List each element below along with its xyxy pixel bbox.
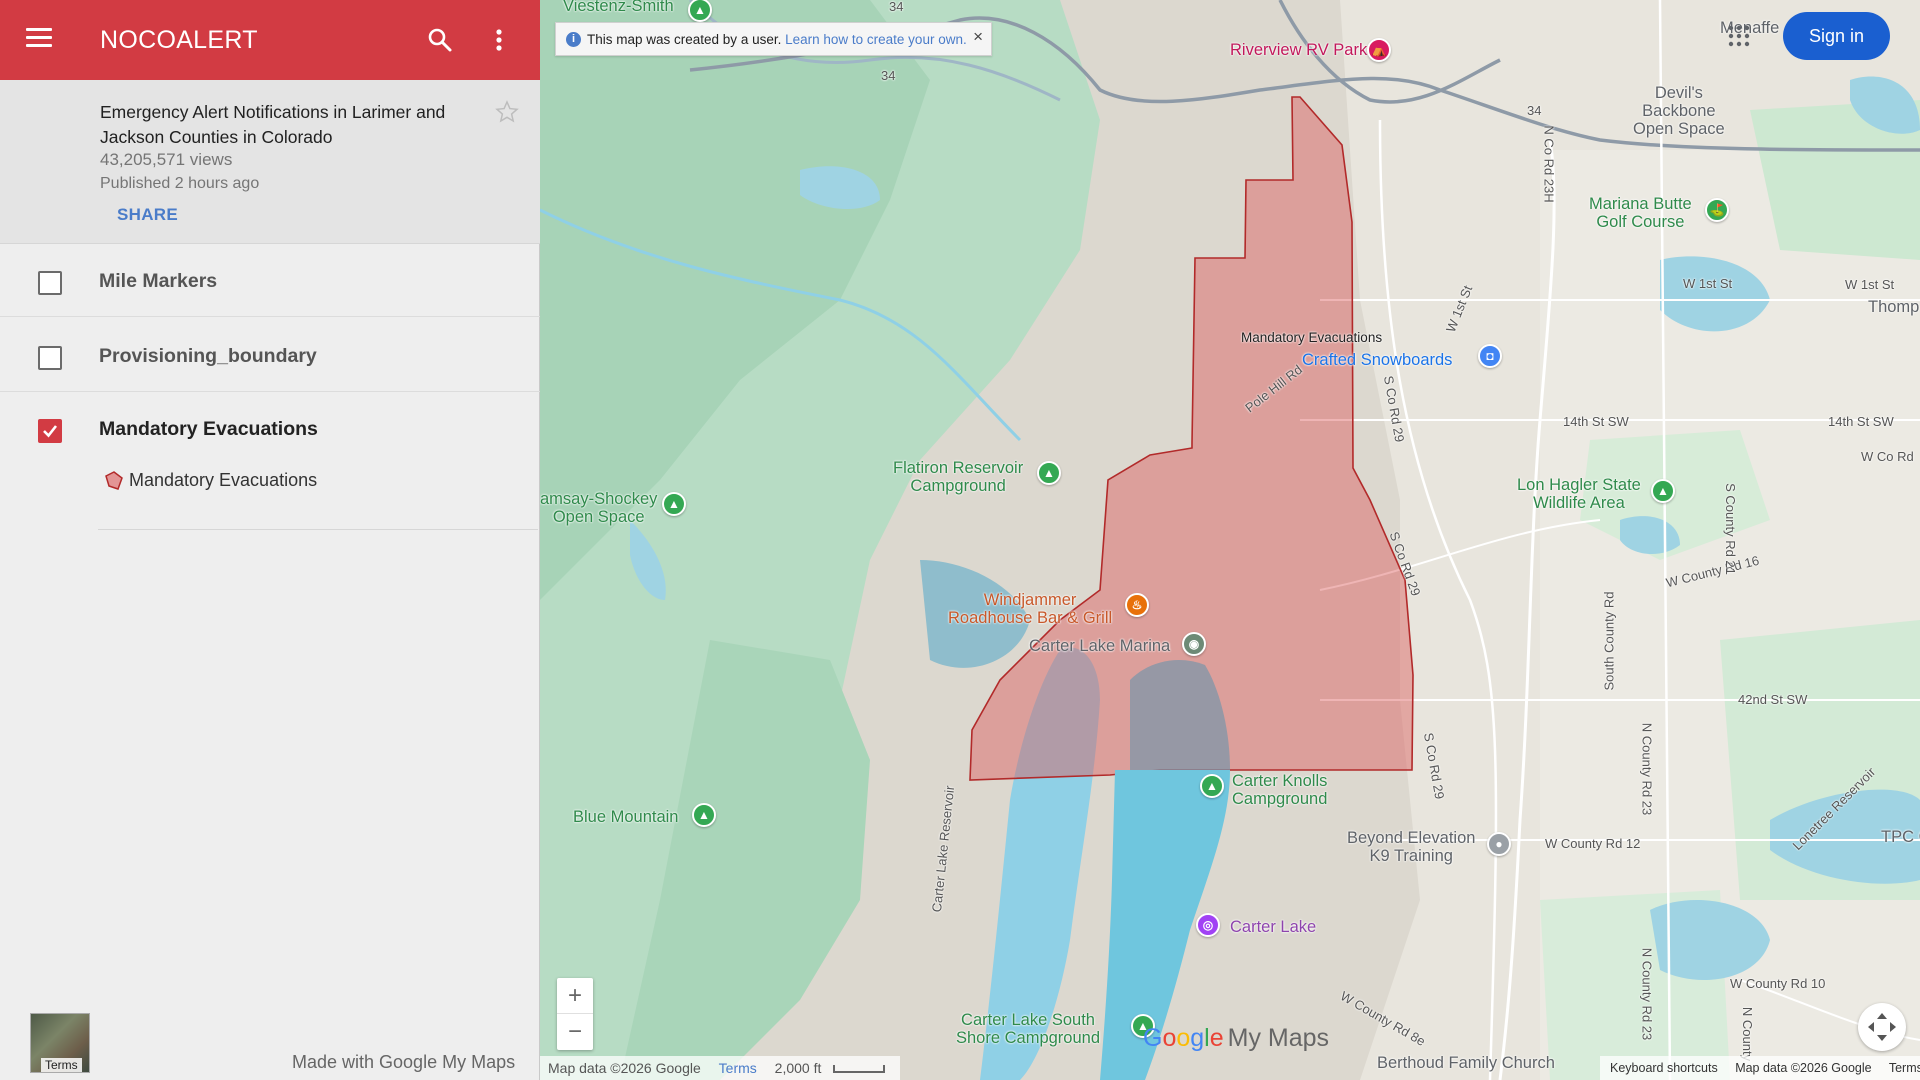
sign-in-button[interactable]: Sign in — [1783, 12, 1890, 60]
layer-name: Mandatory Evacuations — [99, 418, 318, 440]
road-label: N County Rd 23 — [1639, 947, 1655, 1041]
map-label-flatiron-reservoir[interactable]: Flatiron Reservoir Campground — [893, 459, 1023, 495]
road-label: W County Rd 12 — [1545, 836, 1641, 851]
apps-grid-icon[interactable] — [1727, 24, 1751, 48]
thumb-terms-link[interactable]: Terms — [41, 1058, 82, 1072]
view-count: 43,205,571 views — [100, 150, 233, 169]
layer-item-label: Mandatory Evacuations — [129, 470, 318, 490]
rv-park-icon[interactable]: ⛺ — [1367, 38, 1391, 62]
map-data-text: Map data ©2026 Google — [548, 1060, 701, 1076]
map-label-devils-backbone[interactable]: Devil's Backbone Open Space — [1633, 84, 1725, 138]
road-label: 42nd St SW — [1738, 692, 1808, 707]
layer-mile-markers[interactable]: Mile Markers — [0, 245, 540, 317]
road-label: W 1st St — [1683, 276, 1733, 291]
road-label: 14th St SW — [1563, 414, 1629, 429]
scale-bar — [833, 1065, 886, 1074]
google-my-maps-logo: Google My Maps — [1143, 1024, 1330, 1052]
user-map-notice: i This map was created by a user. Learn … — [555, 22, 992, 56]
map-label-carter-knolls[interactable]: Carter Knolls Campground — [1232, 772, 1327, 808]
close-icon[interactable]: × — [973, 27, 983, 47]
app-bar: NOCOALERT — [0, 0, 540, 80]
highway-34-shield: 34 — [881, 68, 896, 83]
polygon-icon — [102, 470, 123, 490]
map-info-panel: Emergency Alert Notifications in Larimer… — [0, 80, 540, 244]
zoom-out-button[interactable]: − — [557, 1014, 593, 1050]
terms-link[interactable]: Terms — [719, 1060, 757, 1076]
park-icon[interactable]: ▲ — [662, 492, 686, 516]
zoom-control: + − — [557, 978, 593, 1050]
map-label-carter-lake-marina[interactable]: Carter Lake Marina — [1029, 637, 1170, 655]
map-data-text: Map data ©2026 Google — [1735, 1061, 1872, 1075]
map-label-carter-lake[interactable]: Carter Lake — [1230, 918, 1316, 936]
share-button[interactable]: SHARE — [117, 205, 178, 225]
road-label: W County Rd 10 — [1730, 976, 1826, 991]
marina-icon[interactable]: ◉ — [1182, 632, 1206, 656]
star-icon[interactable] — [495, 100, 519, 124]
park-icon[interactable]: ▲ — [1651, 479, 1675, 503]
road-label: South County Rd — [1601, 591, 1617, 691]
map-label-ramsay-shockey[interactable]: amsay-Shockey Open Space — [540, 490, 657, 526]
map-label-carter-lake-south[interactable]: Carter Lake South Shore Campground — [956, 1011, 1100, 1047]
layer-item-mandatory-evacuations[interactable]: Mandatory Evacuations — [98, 466, 538, 530]
layer-checkbox[interactable] — [38, 271, 62, 295]
map-label-crafted-snowboards[interactable]: Crafted Snowboards — [1302, 351, 1452, 369]
road-label: N Co Rd 23H — [1541, 125, 1557, 203]
map-label-viestenz-smith[interactable]: Viestenz-Smith — [563, 0, 674, 15]
map-label-mandatory-evacuations[interactable]: Mandatory Evacuations — [1241, 329, 1382, 347]
map-label-tpc: TPC C — [1881, 828, 1920, 846]
road-label: W Co Rd — [1861, 449, 1914, 464]
highway-34-shield: 34 — [1527, 103, 1542, 118]
map-label-riverview-rv-park[interactable]: Riverview RV Park — [1230, 41, 1367, 59]
road-label: N County Rd 23 — [1639, 722, 1655, 816]
road-label: 14th St SW — [1828, 414, 1894, 429]
map-label-beyond-elevation[interactable]: Beyond Elevation K9 Training — [1347, 829, 1475, 865]
map-label-mariana-butte[interactable]: Mariana Butte Golf Course — [1589, 195, 1692, 231]
layer-name: Provisioning_boundary — [99, 345, 317, 367]
layer-provisioning-boundary[interactable]: Provisioning_boundary — [0, 320, 540, 392]
road-label: S County Rd 21 — [1722, 483, 1738, 575]
zoom-in-button[interactable]: + — [557, 978, 593, 1014]
map-label-berthoud-church[interactable]: Berthoud Family Church — [1377, 1054, 1555, 1072]
info-icon: i — [566, 32, 581, 47]
terms-link[interactable]: Terms — [1889, 1061, 1920, 1075]
app-title: NOCOALERT — [100, 26, 258, 54]
map-label-windjammer[interactable]: Windjammer Roadhouse Bar & Grill — [948, 591, 1112, 627]
menu-icon[interactable] — [26, 28, 52, 50]
learn-more-link[interactable]: Learn how to create your own. — [785, 32, 967, 47]
map-label-lon-hagler[interactable]: Lon Hagler State Wildlife Area — [1517, 476, 1641, 512]
location-icon[interactable]: ● — [1487, 832, 1511, 856]
satellite-thumbnail[interactable]: Terms — [30, 1013, 90, 1073]
road-label: W 1st St — [1845, 277, 1895, 292]
campground-icon[interactable]: ▲ — [1037, 461, 1061, 485]
map-label-blue-mountain[interactable]: Blue Mountain — [573, 808, 679, 826]
layer-mandatory-evacuations[interactable]: Mandatory Evacuations — [0, 393, 540, 465]
map-description: Emergency Alert Notifications in Larimer… — [100, 102, 446, 147]
attribution-bar-left: Map data ©2026 Google Terms 2,000 ft — [540, 1056, 900, 1080]
fullscreen-icon[interactable] — [1858, 1003, 1906, 1051]
layer-name: Mile Markers — [99, 270, 218, 292]
golf-icon[interactable]: ⛳ — [1705, 198, 1729, 222]
attribution-bar-right: Keyboard shortcuts Map data ©2026 Google… — [1600, 1056, 1920, 1080]
notice-text: This map was created by a user. — [587, 32, 782, 47]
attraction-icon[interactable]: ◎ — [1196, 913, 1220, 937]
highway-34-shield: 34 — [889, 0, 904, 14]
road-label: N County — [1740, 1006, 1756, 1062]
layer-checkbox[interactable] — [38, 346, 62, 370]
shopping-icon[interactable]: ◘ — [1478, 344, 1502, 368]
keyboard-shortcuts-link[interactable]: Keyboard shortcuts — [1610, 1061, 1718, 1075]
restaurant-icon[interactable]: ♨ — [1125, 593, 1149, 617]
search-icon[interactable] — [426, 26, 454, 54]
campground-icon[interactable]: ▲ — [1200, 774, 1224, 798]
layer-checkbox[interactable] — [38, 419, 62, 443]
map-label-thomp: Thomp — [1868, 298, 1920, 316]
mountain-icon[interactable]: ▲ — [692, 803, 716, 827]
made-with-text[interactable]: Made with Google My Maps — [292, 1052, 515, 1073]
scale-text[interactable]: 2,000 ft — [775, 1060, 822, 1076]
map-canvas[interactable]: 34 34 34 Viestenz-Smith ▲ Riverview RV P… — [540, 0, 1920, 1080]
more-options-icon[interactable] — [490, 26, 508, 54]
published-time: Published 2 hours ago — [100, 175, 260, 192]
sidebar-panel: NOCOALERT Emergency Alert Notifications … — [0, 0, 540, 1080]
